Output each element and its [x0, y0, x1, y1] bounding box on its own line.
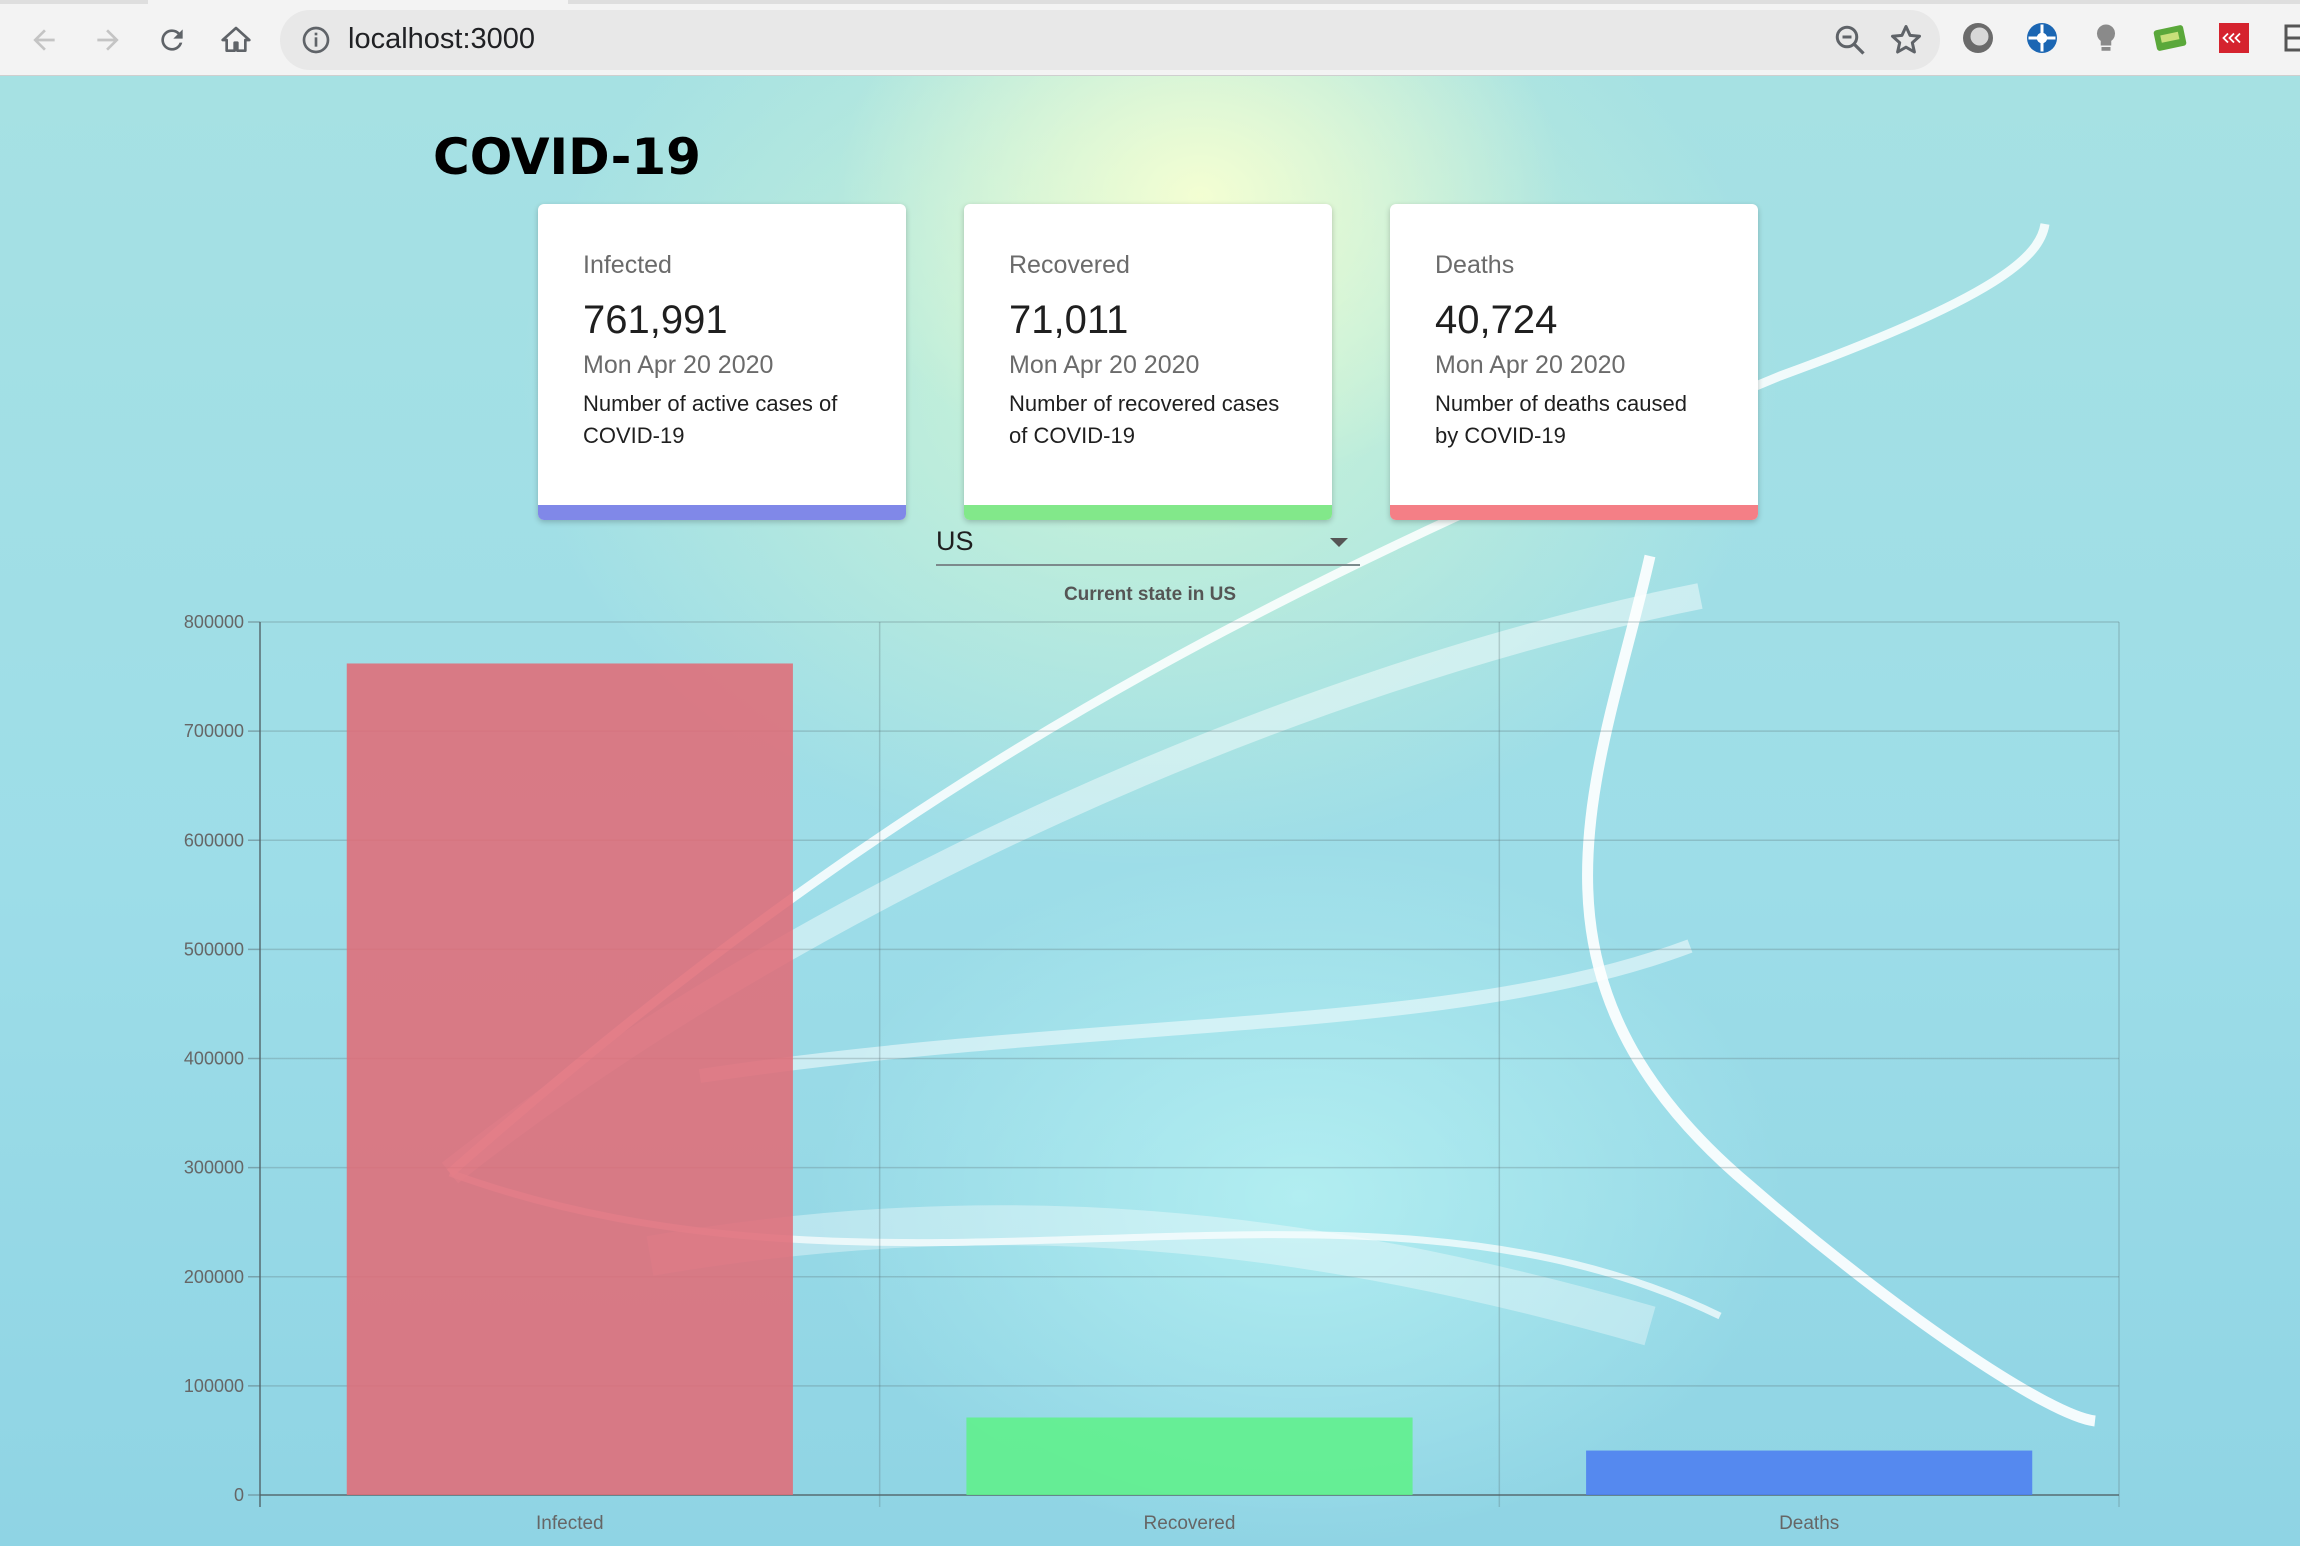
arrow-right-icon [97, 29, 119, 51]
zoom-out-icon[interactable] [1832, 22, 1868, 58]
y-tick-label: 0 [234, 1485, 244, 1505]
info-icon[interactable] [300, 24, 332, 56]
y-tick-label: 200000 [184, 1267, 244, 1287]
y-tick-label: 700000 [184, 721, 244, 741]
x-tick-label: Deaths [1779, 1513, 1839, 1534]
y-tick-label: 100000 [184, 1376, 244, 1396]
extension-red-icon[interactable] [2216, 20, 2252, 56]
y-tick-label: 800000 [184, 612, 244, 632]
y-tick-label: 600000 [184, 830, 244, 850]
y-tick-label: 300000 [184, 1158, 244, 1178]
tab-strip [0, 0, 2300, 4]
extension-ticket-icon[interactable] [2152, 20, 2188, 56]
reload-button[interactable] [150, 18, 194, 62]
address-bar[interactable]: localhost:3000 [280, 10, 1940, 70]
extension-wheel-icon[interactable] [2024, 20, 2060, 56]
extension-circle-icon[interactable] [1960, 20, 1996, 56]
bar-chart: 0 100000 200000 300000 400000 500000 600000 700… [184, 612, 2120, 1534]
y-tick-label: 400000 [184, 1049, 244, 1069]
y-tick-label: 500000 [184, 939, 244, 959]
bar-deaths [1586, 1450, 2033, 1495]
reload-icon [161, 29, 183, 51]
bookmark-star-icon[interactable] [1888, 22, 1924, 58]
bar-infected [346, 663, 793, 1495]
home-icon [221, 26, 251, 52]
x-tick-label: Recovered [1144, 1513, 1236, 1534]
extension-bulb-icon[interactable] [2088, 20, 2124, 56]
extension-partial-icon[interactable] [2280, 20, 2300, 56]
browser-toolbar: localhost:3000 [0, 0, 2300, 76]
home-button[interactable] [214, 18, 258, 62]
x-tick-label: Infected [536, 1513, 604, 1534]
page-viewport: COVID-19 Infected 761,991 Mon Apr 20 202… [0, 76, 2300, 1546]
arrow-left-icon [33, 29, 55, 51]
forward-button[interactable] [86, 18, 130, 62]
url-text[interactable]: localhost:3000 [348, 23, 535, 56]
bar-recovered [966, 1417, 1413, 1495]
back-button[interactable] [22, 18, 66, 62]
